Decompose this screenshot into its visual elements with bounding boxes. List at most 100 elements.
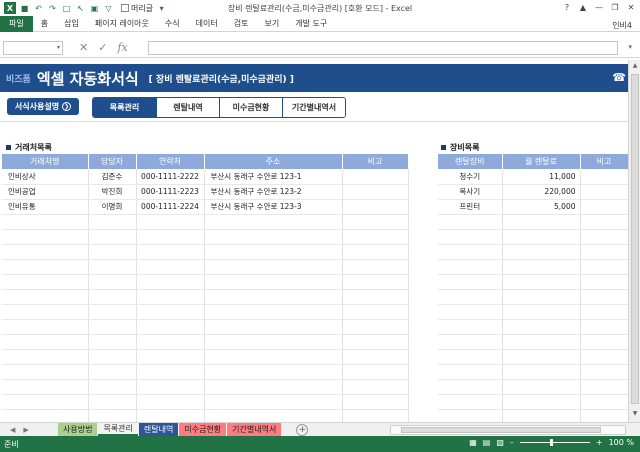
client-empty-cell[interactable]: [136, 409, 205, 422]
equipment-empty-cell[interactable]: [438, 379, 503, 395]
equipment-empty-cell[interactable]: [502, 304, 581, 320]
tab-data[interactable]: 데이터: [188, 18, 226, 29]
scroll-down-icon[interactable]: ▼: [630, 410, 640, 420]
name-box-dropdown-icon[interactable]: ▾: [57, 44, 60, 51]
client-empty-cell[interactable]: [204, 349, 343, 365]
save-icon[interactable]: ■: [19, 3, 30, 14]
client-empty-cell[interactable]: [88, 349, 137, 365]
minimize-icon[interactable]: —: [592, 1, 606, 13]
client-empty-cell[interactable]: [342, 334, 409, 350]
sheet-tab-usage[interactable]: 사용방법: [58, 423, 98, 436]
sheet-tab-list[interactable]: 목록관리: [98, 423, 138, 436]
equipment-empty-cell[interactable]: [502, 319, 581, 335]
zoom-in-icon[interactable]: +: [596, 438, 603, 447]
tab-developer[interactable]: 개발 도구: [287, 18, 335, 29]
tab-home[interactable]: 홈: [33, 18, 56, 29]
client-cell[interactable]: [342, 199, 409, 215]
file-tab[interactable]: 파일: [0, 15, 33, 32]
header-checkbox[interactable]: [121, 4, 129, 12]
tab-review[interactable]: 검토: [226, 18, 257, 29]
client-empty-cell[interactable]: [136, 259, 205, 275]
header-toggle[interactable]: 머리글: [121, 3, 153, 14]
client-empty-cell[interactable]: [2, 349, 89, 365]
client-cell[interactable]: 000-1111-2222: [136, 169, 205, 185]
sheet-tab-rental[interactable]: 렌탈내역: [138, 423, 179, 436]
client-empty-cell[interactable]: [342, 259, 409, 275]
vertical-scrollbar[interactable]: ▲ ▼: [628, 60, 640, 422]
client-empty-cell[interactable]: [204, 409, 343, 422]
client-cell[interactable]: [342, 169, 409, 185]
client-header-cell[interactable]: 연락처: [136, 154, 205, 169]
client-empty-cell[interactable]: [342, 349, 409, 365]
client-empty-cell[interactable]: [342, 244, 409, 260]
zoom-slider[interactable]: [519, 439, 590, 446]
equipment-empty-cell[interactable]: [502, 259, 581, 275]
equipment-empty-cell[interactable]: [438, 349, 503, 365]
client-empty-cell[interactable]: [2, 319, 89, 335]
client-empty-cell[interactable]: [204, 364, 343, 380]
client-empty-cell[interactable]: [88, 304, 137, 320]
client-empty-cell[interactable]: [136, 379, 205, 395]
horizontal-scrollbar[interactable]: [390, 425, 626, 435]
equipment-empty-cell[interactable]: [438, 229, 503, 245]
client-empty-cell[interactable]: [342, 229, 409, 245]
equipment-empty-cell[interactable]: [502, 229, 581, 245]
equipment-empty-cell[interactable]: [438, 304, 503, 320]
equipment-empty-cell[interactable]: [580, 334, 628, 350]
equipment-cell[interactable]: [580, 184, 628, 200]
client-cell[interactable]: 박진희: [88, 184, 137, 200]
equipment-cell[interactable]: 청수기: [438, 169, 503, 185]
client-empty-cell[interactable]: [204, 289, 343, 305]
filter-icon[interactable]: ▽: [103, 3, 114, 14]
client-empty-cell[interactable]: [204, 394, 343, 410]
client-cell[interactable]: [342, 184, 409, 200]
client-empty-cell[interactable]: [88, 259, 137, 275]
close-icon[interactable]: ✕: [624, 1, 638, 13]
zoom-out-icon[interactable]: –: [510, 438, 514, 447]
client-empty-cell[interactable]: [204, 259, 343, 275]
client-header-cell[interactable]: 주소: [204, 154, 343, 169]
client-cell[interactable]: 이명희: [88, 199, 137, 215]
client-cell[interactable]: 인비공업: [2, 184, 89, 200]
client-cell[interactable]: 김준수: [88, 169, 137, 185]
equipment-header-cell[interactable]: 비고: [580, 154, 628, 169]
client-empty-cell[interactable]: [2, 229, 89, 245]
equipment-empty-cell[interactable]: [438, 319, 503, 335]
equipment-empty-cell[interactable]: [438, 289, 503, 305]
equipment-empty-cell[interactable]: [502, 409, 581, 422]
next-sheet-icon[interactable]: ▶: [23, 426, 28, 434]
undo-icon[interactable]: ↶: [33, 3, 44, 14]
client-empty-cell[interactable]: [88, 274, 137, 290]
help-guide-button[interactable]: 서식사용설명 ❯: [7, 98, 79, 115]
client-empty-cell[interactable]: [136, 229, 205, 245]
client-header-cell[interactable]: 비고: [342, 154, 409, 169]
equipment-empty-cell[interactable]: [580, 304, 628, 320]
client-cell[interactable]: 부산시 동래구 수안로 123-2: [204, 184, 343, 200]
user-name[interactable]: 인비4: [612, 20, 632, 31]
client-empty-cell[interactable]: [136, 334, 205, 350]
equipment-empty-cell[interactable]: [580, 394, 628, 410]
ribbon-display-icon[interactable]: ▲: [576, 1, 590, 13]
equipment-empty-cell[interactable]: [580, 319, 628, 335]
equipment-empty-cell[interactable]: [438, 274, 503, 290]
tab-insert[interactable]: 삽입: [56, 18, 87, 29]
equipment-empty-cell[interactable]: [502, 274, 581, 290]
equipment-empty-cell[interactable]: [502, 349, 581, 365]
redo-icon[interactable]: ↷: [47, 3, 58, 14]
client-cell[interactable]: 000-1111-2224: [136, 199, 205, 215]
client-empty-cell[interactable]: [88, 364, 137, 380]
equipment-cell[interactable]: [580, 199, 628, 215]
client-empty-cell[interactable]: [136, 289, 205, 305]
equipment-empty-cell[interactable]: [438, 364, 503, 380]
vertical-scroll-thumb[interactable]: [631, 74, 639, 404]
client-empty-cell[interactable]: [2, 289, 89, 305]
equipment-cell[interactable]: [580, 169, 628, 185]
equipment-empty-cell[interactable]: [438, 394, 503, 410]
equipment-empty-cell[interactable]: [580, 229, 628, 245]
client-empty-cell[interactable]: [136, 319, 205, 335]
client-empty-cell[interactable]: [88, 229, 137, 245]
cancel-icon[interactable]: ✕: [79, 41, 88, 54]
client-empty-cell[interactable]: [2, 304, 89, 320]
client-empty-cell[interactable]: [2, 364, 89, 380]
nav-tab-unpaid[interactable]: 미수금현황: [219, 98, 282, 117]
